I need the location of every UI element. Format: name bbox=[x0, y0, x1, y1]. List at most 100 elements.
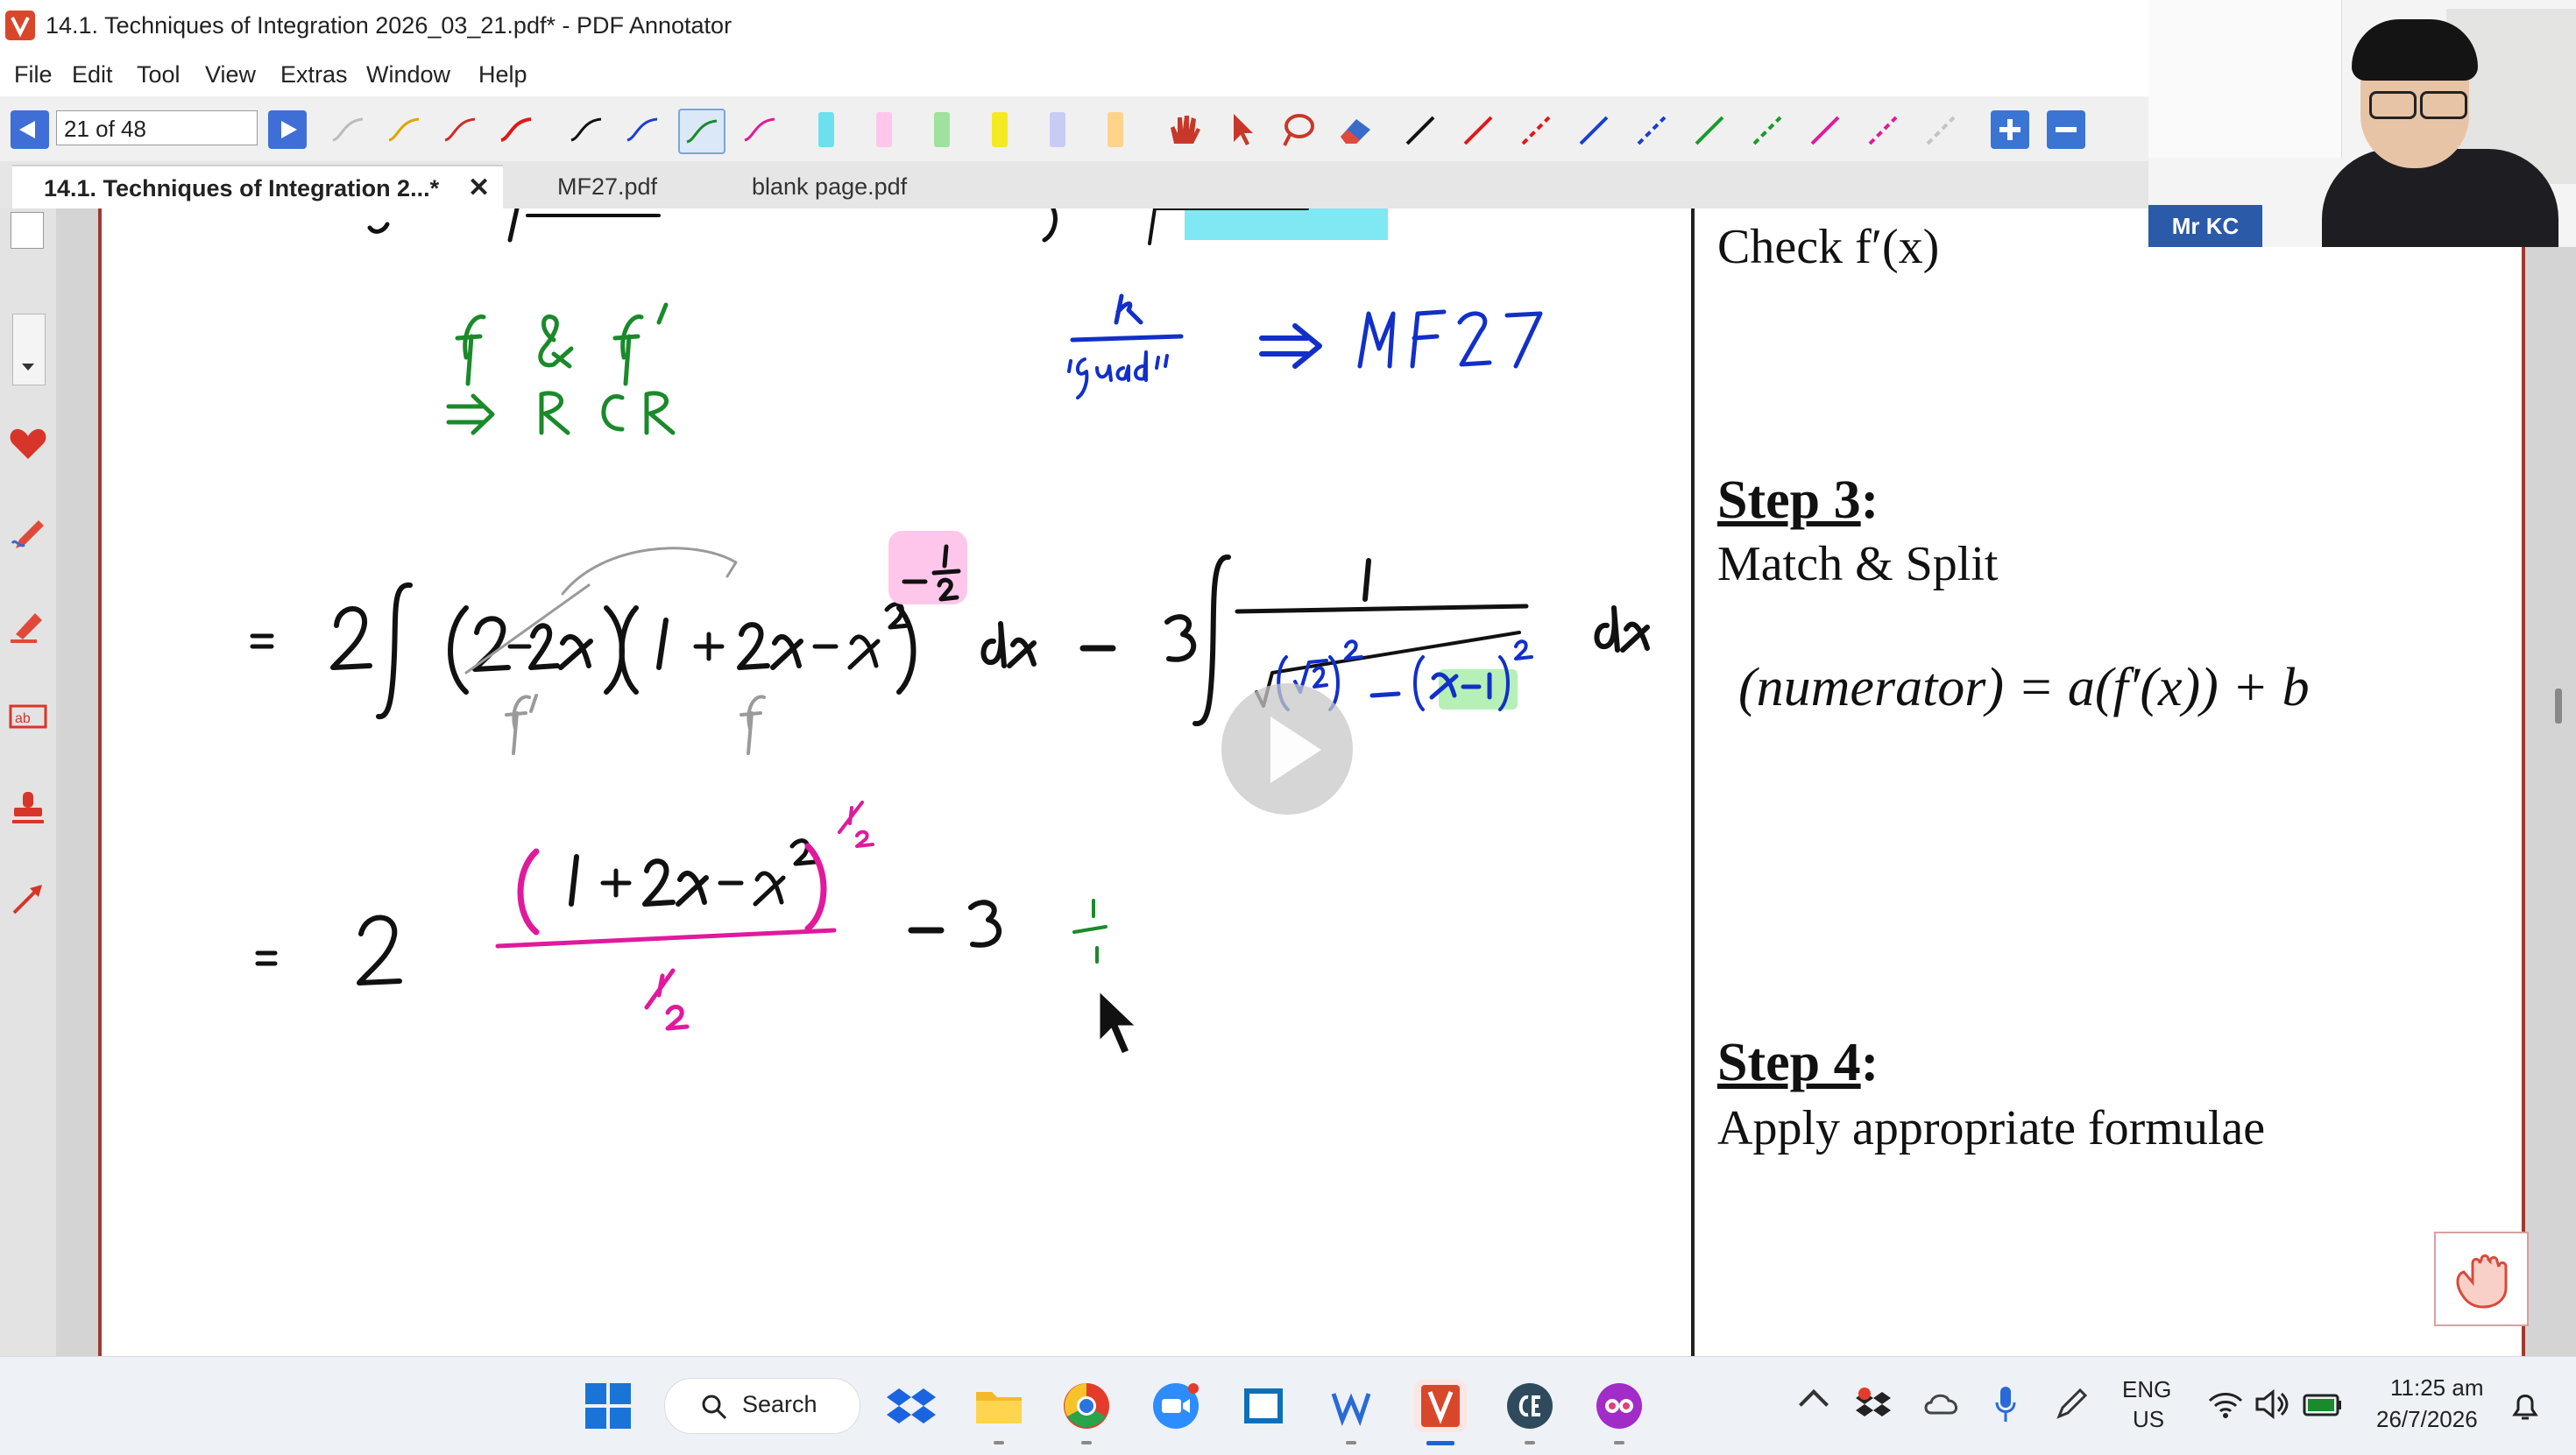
hand-tool[interactable] bbox=[1162, 109, 1206, 151]
copilot-taskbar-icon[interactable] bbox=[1593, 1380, 1645, 1432]
chrome-taskbar-icon[interactable] bbox=[1060, 1380, 1113, 1432]
menu-view[interactable]: View bbox=[205, 61, 256, 88]
stamp-tool[interactable] bbox=[7, 787, 49, 829]
pen-red-tool[interactable] bbox=[438, 109, 482, 151]
file-explorer-taskbar-icon[interactable] bbox=[973, 1380, 1025, 1432]
pen-gray-tool[interactable] bbox=[326, 109, 370, 151]
left-side-panel: ab bbox=[0, 208, 56, 1356]
pen-black-tool[interactable] bbox=[564, 109, 608, 151]
highlighter-yellow-tool[interactable] bbox=[992, 112, 1008, 147]
window-app-icon bbox=[1244, 1388, 1283, 1423]
step-3-heading: Step 3: bbox=[1717, 470, 1879, 532]
onedrive-cloud-icon[interactable] bbox=[1924, 1390, 1959, 1416]
highlighter-sidebar-tool[interactable] bbox=[7, 604, 49, 646]
close-tab-icon[interactable]: ✕ bbox=[468, 166, 490, 210]
volume-icon[interactable] bbox=[2254, 1388, 2289, 1420]
line-black-tool[interactable] bbox=[1398, 109, 1442, 151]
favorites-tool[interactable] bbox=[7, 422, 49, 464]
zoom-taskbar-icon[interactable] bbox=[1150, 1380, 1202, 1432]
eraser-tool[interactable] bbox=[1334, 109, 1377, 151]
taskbar-search[interactable]: Search bbox=[664, 1378, 860, 1434]
microphone-icon[interactable] bbox=[1994, 1385, 2017, 1423]
menu-file[interactable]: File bbox=[14, 61, 53, 88]
notifications-bell-icon[interactable] bbox=[2508, 1388, 2543, 1423]
windows-start-button[interactable] bbox=[582, 1380, 634, 1432]
pen-sidebar-tool[interactable] bbox=[7, 513, 49, 555]
pen-red-thick-tool[interactable] bbox=[494, 109, 538, 151]
previous-page-button[interactable] bbox=[11, 110, 49, 149]
line-gray-dashed-tool[interactable] bbox=[1919, 109, 1963, 151]
menu-edit[interactable]: Edit bbox=[72, 61, 113, 88]
menu-tool[interactable]: Tool bbox=[137, 61, 180, 88]
tab-blank-page[interactable]: blank page.pdf bbox=[720, 165, 974, 208]
line-gray-dashed-icon bbox=[1926, 116, 1956, 145]
wifi-icon[interactable] bbox=[2208, 1390, 2243, 1418]
line-green-tool[interactable] bbox=[1688, 109, 1731, 151]
page-number-input[interactable]: 21 of 48 bbox=[56, 110, 258, 145]
video-play-button[interactable] bbox=[1221, 683, 1353, 815]
line-red-dashed-tool[interactable] bbox=[1514, 109, 1558, 151]
pen-green-tool-selected[interactable] bbox=[678, 109, 725, 154]
pen-tray-icon[interactable] bbox=[2054, 1387, 2089, 1422]
arrow-left-icon bbox=[19, 121, 35, 138]
show-hidden-icons-chevron-icon[interactable] bbox=[1799, 1389, 1829, 1419]
dropbox-taskbar-icon[interactable] bbox=[885, 1380, 938, 1432]
highlighter-green-tool[interactable] bbox=[934, 112, 950, 147]
clock-date[interactable]: 26/7/2026 bbox=[2376, 1406, 2478, 1433]
tab-techniques-of-integration[interactable]: 14.1. Techniques of Integration 2...* ✕ bbox=[12, 165, 503, 208]
step-3-colon: : bbox=[1860, 470, 1879, 530]
menu-window[interactable]: Window bbox=[366, 61, 450, 88]
tray-dropbox-icon[interactable] bbox=[1856, 1387, 1891, 1422]
menu-extras[interactable]: Extras bbox=[280, 61, 348, 88]
highlighter-lavender-tool[interactable] bbox=[1050, 112, 1065, 147]
line-green-dashed-tool[interactable] bbox=[1745, 109, 1789, 151]
line-magenta-tool[interactable] bbox=[1803, 109, 1847, 151]
clock-time[interactable]: 11:25 am bbox=[2390, 1374, 2483, 1402]
line-blue-tool[interactable] bbox=[1572, 109, 1616, 151]
lasso-tool[interactable] bbox=[1276, 109, 1320, 151]
battery-icon[interactable] bbox=[2303, 1392, 2343, 1416]
select-tool[interactable] bbox=[1220, 109, 1263, 151]
line-red-tool[interactable] bbox=[1456, 109, 1500, 151]
next-page-button[interactable] bbox=[268, 110, 307, 149]
line-black-icon bbox=[1405, 116, 1435, 145]
line-blue-dashed-tool[interactable] bbox=[1630, 109, 1674, 151]
pen-magenta-tool[interactable] bbox=[738, 109, 782, 151]
zoom-out-button[interactable] bbox=[2047, 110, 2085, 149]
pen-yellow-tool[interactable] bbox=[382, 109, 426, 151]
webcam-background-screen bbox=[2148, 0, 2342, 158]
ce-app-icon bbox=[1507, 1383, 1553, 1429]
windows-logo-icon bbox=[585, 1383, 631, 1429]
menu-help[interactable]: Help bbox=[478, 61, 527, 88]
highlighter-orange-tool[interactable] bbox=[1108, 112, 1123, 147]
hand-icon bbox=[1171, 116, 1200, 144]
raise-hand-button[interactable] bbox=[2434, 1232, 2529, 1326]
webcam-glasses-left bbox=[2369, 91, 2417, 119]
webcam-person-hair bbox=[2352, 19, 2478, 81]
line-magenta-dashed-icon bbox=[1868, 116, 1898, 145]
text-box-tool[interactable]: ab bbox=[7, 696, 49, 738]
tab-mf27[interactable]: MF27.pdf bbox=[526, 165, 710, 208]
thumbnail-page-icon[interactable] bbox=[11, 212, 44, 249]
vertical-scrollbar-thumb[interactable] bbox=[2555, 689, 2562, 724]
line-magenta-dashed-tool[interactable] bbox=[1861, 109, 1905, 151]
zoom-in-button[interactable] bbox=[1991, 110, 2029, 149]
window-app-taskbar-icon[interactable] bbox=[1237, 1380, 1290, 1432]
pdf-annotator-app-icon[interactable] bbox=[5, 11, 35, 40]
highlighter-pink-tool[interactable] bbox=[876, 112, 892, 147]
arrow-tool[interactable] bbox=[7, 878, 49, 920]
panel-scroll-control[interactable] bbox=[12, 314, 46, 385]
apply-formulae-text: Apply appropriate formulae bbox=[1717, 1101, 2266, 1155]
pen-icon bbox=[11, 520, 44, 548]
webcam-person-shoulders bbox=[2322, 149, 2558, 247]
whiteboard-taskbar-icon[interactable] bbox=[1325, 1380, 1377, 1432]
highlighter-cyan-tool[interactable] bbox=[818, 112, 834, 147]
keyboard-layout-indicator[interactable]: US bbox=[2133, 1406, 2164, 1433]
pdf-annotator-taskbar-icon[interactable] bbox=[1414, 1380, 1467, 1432]
ce-app-taskbar-icon[interactable] bbox=[1504, 1380, 1556, 1432]
language-indicator[interactable]: ENG bbox=[2122, 1376, 2171, 1403]
pen-blue-tool[interactable] bbox=[620, 109, 664, 151]
diagonal-arrow-icon bbox=[12, 885, 42, 915]
lasso-icon bbox=[1283, 114, 1314, 146]
line-magenta-icon bbox=[1810, 116, 1840, 145]
